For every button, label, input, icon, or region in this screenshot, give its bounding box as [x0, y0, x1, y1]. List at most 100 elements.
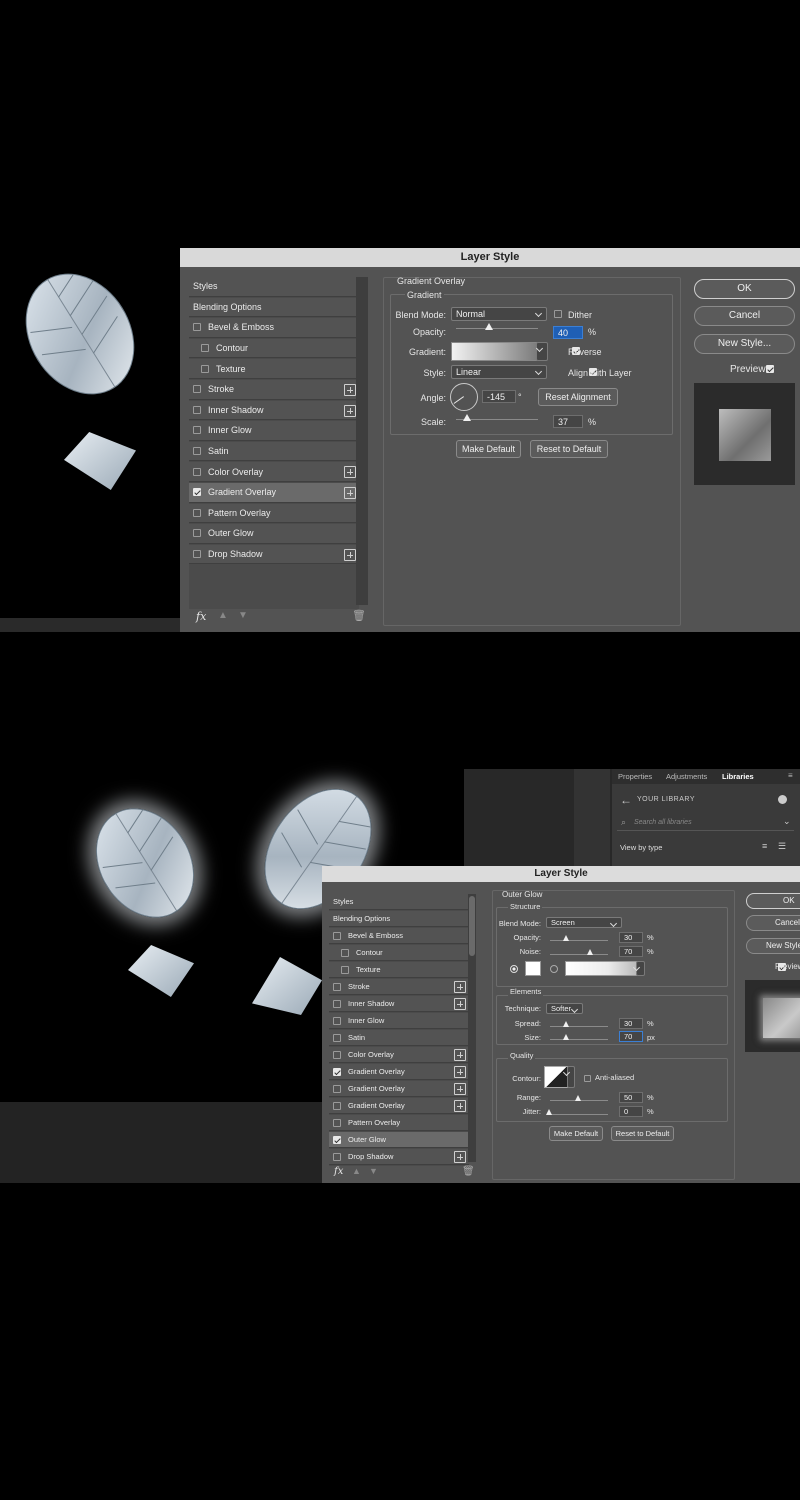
style-item-bevel-and-emboss[interactable]: Bevel & Emboss	[329, 928, 469, 944]
add-effect-plus-icon[interactable]	[454, 1066, 466, 1078]
tab-properties[interactable]: Properties	[618, 772, 652, 781]
style-item-drop-shadow[interactable]: Drop Shadow	[329, 1149, 469, 1165]
gradient-radio[interactable]	[550, 965, 558, 973]
style-item-styles[interactable]: Styles	[329, 894, 469, 910]
style-item-texture[interactable]: Texture	[189, 359, 359, 379]
style-item-drop-shadow[interactable]: Drop Shadow	[189, 544, 359, 565]
preview-checkbox[interactable]	[765, 365, 774, 373]
style-item-color-overlay[interactable]: Color Overlay	[189, 462, 359, 482]
style-item-inner-glow[interactable]: Inner Glow	[329, 1013, 469, 1029]
blend-mode-select[interactable]: Normal	[451, 307, 547, 321]
opacity-field[interactable]: 30	[619, 932, 643, 943]
style-item-satin[interactable]: Satin	[329, 1030, 469, 1046]
opacity-slider[interactable]	[550, 935, 608, 941]
style-item-inner-shadow[interactable]: Inner Shadow	[189, 400, 359, 421]
style-select[interactable]: Linear	[451, 365, 547, 379]
cancel-button[interactable]: Cancel	[746, 915, 800, 931]
style-checkbox[interactable]	[193, 488, 201, 497]
style-item-gradient-overlay[interactable]: Gradient Overlay	[329, 1098, 469, 1114]
opacity-slider-thumb[interactable]	[563, 935, 570, 941]
style-item-stroke[interactable]: Stroke	[189, 380, 359, 400]
style-item-contour[interactable]: Contour	[189, 338, 359, 359]
style-item-inner-shadow[interactable]: Inner Shadow	[329, 996, 469, 1012]
jitter-field[interactable]: 0	[619, 1106, 643, 1117]
spread-slider-thumb[interactable]	[563, 1021, 570, 1027]
style-checkbox[interactable]	[193, 426, 201, 435]
add-effect-plus-icon[interactable]	[344, 404, 356, 417]
style-checkbox[interactable]	[333, 931, 341, 940]
glow-gradient-swatch[interactable]	[565, 961, 637, 976]
add-effect-plus-icon[interactable]	[454, 1151, 466, 1163]
make-default-button[interactable]: Make Default	[549, 1126, 603, 1141]
add-effect-plus-icon[interactable]	[344, 487, 356, 499]
style-checkbox[interactable]	[333, 1033, 341, 1042]
range-slider[interactable]	[550, 1095, 608, 1101]
style-checkbox[interactable]	[341, 965, 349, 974]
style-checkbox[interactable]	[193, 550, 201, 559]
style-checkbox[interactable]	[333, 1101, 341, 1110]
ok-button[interactable]: OK	[746, 893, 800, 909]
ok-button[interactable]: OK	[694, 279, 795, 299]
size-field[interactable]: 70	[619, 1031, 643, 1042]
fx-button[interactable]: fx	[196, 610, 206, 623]
glow-color-swatch[interactable]	[525, 961, 541, 976]
style-item-outer-glow[interactable]: Outer Glow	[329, 1132, 469, 1148]
style-checkbox[interactable]	[333, 1084, 341, 1093]
reset-to-default-button[interactable]: Reset to Default	[611, 1126, 674, 1141]
add-effect-plus-icon[interactable]	[344, 466, 356, 479]
move-up-icon[interactable]: ▲	[352, 1166, 361, 1176]
noise-field[interactable]: 70	[619, 946, 643, 957]
search-field[interactable]: ⌕ Search all libraries ⌄	[617, 815, 794, 831]
trash-icon[interactable]: 🗑	[462, 1166, 475, 1177]
fx-button[interactable]: fx	[334, 1166, 343, 1177]
style-item-outer-glow[interactable]: Outer Glow	[189, 524, 359, 544]
tab-adjustments[interactable]: Adjustments	[666, 772, 707, 781]
noise-slider-thumb[interactable]	[586, 949, 593, 955]
size-slider-thumb[interactable]	[563, 1034, 570, 1040]
cancel-button[interactable]: Cancel	[694, 306, 795, 326]
styles-scrollbar[interactable]	[356, 277, 368, 605]
noise-slider[interactable]	[550, 949, 608, 955]
style-item-pattern-overlay[interactable]: Pattern Overlay	[189, 503, 359, 524]
style-item-blending-options[interactable]: Blending Options	[329, 911, 469, 927]
style-item-bevel-and-emboss[interactable]: Bevel & Emboss	[189, 318, 359, 338]
make-default-button[interactable]: Make Default	[456, 440, 521, 458]
style-item-gradient-overlay[interactable]: Gradient Overlay	[329, 1064, 469, 1080]
style-item-inner-glow[interactable]: Inner Glow	[189, 421, 359, 441]
style-checkbox[interactable]	[193, 447, 201, 456]
jitter-slider[interactable]	[546, 1109, 608, 1115]
gradient-dropdown[interactable]	[536, 342, 548, 361]
chevron-down-icon[interactable]: ⌄	[783, 816, 791, 827]
add-effect-plus-icon[interactable]	[344, 384, 356, 396]
style-checkbox[interactable]	[341, 948, 349, 957]
blend-mode-select[interactable]: Screen	[546, 917, 622, 928]
angle-dial[interactable]	[450, 383, 478, 411]
style-item-styles[interactable]: Styles	[189, 277, 359, 297]
add-effect-plus-icon[interactable]	[454, 998, 466, 1010]
gradient-dropdown[interactable]	[636, 961, 645, 976]
style-item-texture[interactable]: Texture	[329, 962, 469, 978]
scale-slider-thumb[interactable]	[463, 414, 472, 421]
add-effect-plus-icon[interactable]	[344, 548, 356, 561]
tab-libraries[interactable]: Libraries	[722, 772, 754, 781]
style-item-gradient-overlay[interactable]: Gradient Overlay	[329, 1081, 469, 1097]
style-checkbox[interactable]	[193, 467, 201, 476]
style-checkbox[interactable]	[201, 364, 209, 373]
spread-slider[interactable]	[550, 1021, 608, 1027]
style-checkbox[interactable]	[193, 529, 201, 538]
range-field[interactable]: 50	[619, 1092, 643, 1103]
style-checkbox[interactable]	[333, 1050, 341, 1059]
dither-checkbox[interactable]	[554, 310, 562, 318]
style-checkbox[interactable]	[333, 1016, 341, 1025]
style-checkbox[interactable]	[333, 1118, 341, 1127]
color-radio[interactable]	[510, 965, 518, 973]
range-slider-thumb[interactable]	[575, 1095, 581, 1101]
size-slider[interactable]	[550, 1034, 608, 1040]
scale-slider[interactable]	[456, 414, 538, 421]
style-checkbox[interactable]	[333, 1135, 341, 1144]
style-item-gradient-overlay[interactable]: Gradient Overlay	[189, 483, 359, 503]
style-checkbox[interactable]	[333, 1067, 341, 1076]
style-checkbox[interactable]	[333, 1152, 341, 1161]
style-checkbox[interactable]	[333, 999, 341, 1008]
back-arrow-icon[interactable]: ←	[620, 793, 632, 807]
